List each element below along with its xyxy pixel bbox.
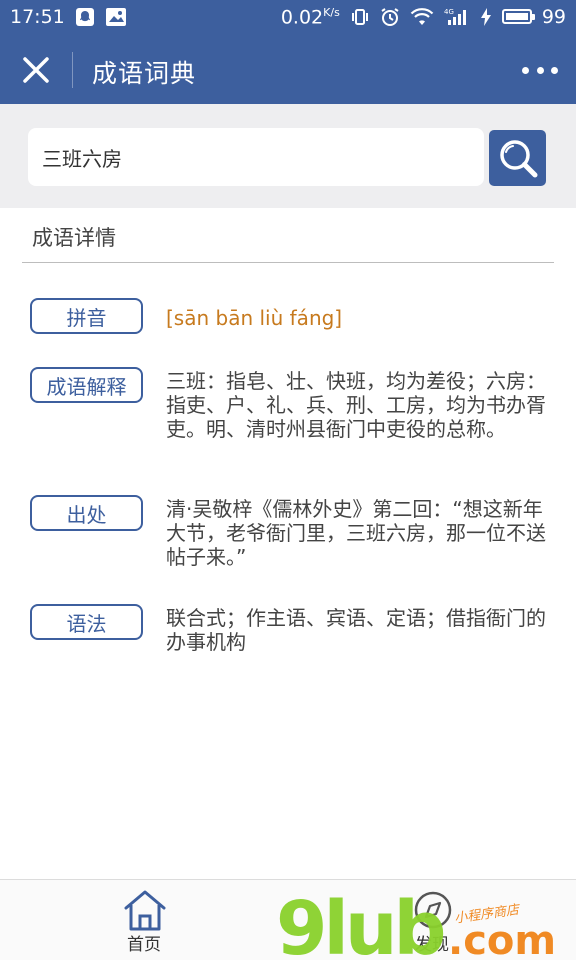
status-bar: 17:51 0.02K/s 4G 99 [0,0,576,34]
pinyin-text: [sān bān liù fáng] [166,306,343,330]
search-button[interactable] [489,130,546,186]
charging-icon [480,7,492,27]
status-bar-right: 0.02K/s 4G 99 [281,6,566,28]
nav-bar: 成语词典 [0,34,576,104]
network-speed-value: 0.02 [280,6,324,29]
pinyin-tag: 拼音 [30,298,143,334]
battery-level: 99 [541,5,566,28]
more-dot-icon [551,66,558,74]
grammar-text: 联合式；作主语、宾语、定语；借指衙门的办事机构 [166,606,546,654]
close-icon [23,57,49,83]
compass-icon [414,891,452,929]
grammar-tag: 语法 [30,604,143,640]
section-divider [22,262,554,263]
network-speed-unit: K/s [323,5,340,19]
search-icon [499,140,537,178]
status-time: 17:51 [10,6,65,28]
signal-4g-icon: 4G [444,7,470,27]
explanation-text: 三班：指皂、壮、快班，均为差役；六房：指吏、户、礼、兵、刑、工房，均为书办胥吏。… [166,369,546,441]
battery-icon [501,9,535,25]
source-tag: 出处 [30,495,143,531]
wifi-icon [410,7,434,27]
tab-discover-label: 发现 [415,935,449,955]
svg-text:4G: 4G [444,8,454,16]
tab-home[interactable]: 首页 [84,880,204,960]
status-bar-left: 17:51 [10,6,127,28]
tab-home-label: 首页 [127,935,161,955]
alarm-icon [380,7,400,27]
tab-discover[interactable]: 发现 [372,880,492,960]
more-dot-icon [522,66,529,74]
more-options-button[interactable] [522,58,558,82]
explanation-tag: 成语解释 [30,367,143,403]
more-dot-icon [536,66,544,74]
close-button[interactable] [18,52,54,88]
home-icon [124,890,166,931]
image-notification-icon [105,7,127,27]
section-title: 成语详情 [32,226,116,250]
source-text: 清·吴敬梓《儒林外史》第二回：“想这新年大节，老爷衙门里，三班六房，那一位不送帖… [166,497,546,569]
tab-bar: 首页 发现 [0,879,576,960]
page-title: 成语词典 [92,59,197,88]
network-speed: 0.02K/s [281,6,340,28]
search-input[interactable] [28,128,484,186]
vibrate-icon [350,7,370,27]
qq-notification-icon [75,7,95,27]
nav-divider [72,52,73,88]
battery-fill [505,13,528,21]
